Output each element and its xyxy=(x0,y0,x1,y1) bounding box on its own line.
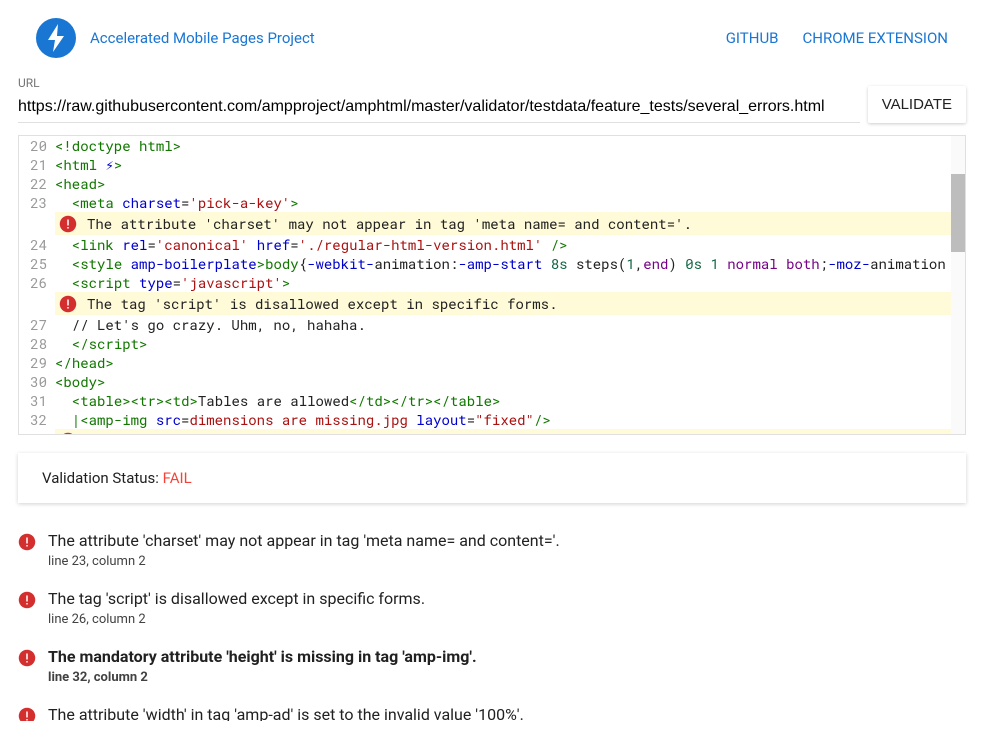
code-line[interactable]: <body> xyxy=(55,372,965,391)
line-number: 20 xyxy=(19,136,55,155)
error-message: The attribute 'width' in tag 'amp-ad' is… xyxy=(48,705,524,721)
code-line[interactable]: <head> xyxy=(55,174,965,193)
error-icon xyxy=(18,533,36,551)
header-title[interactable]: Accelerated Mobile Pages Project xyxy=(90,29,315,47)
app-header: Accelerated Mobile Pages Project GITHUB … xyxy=(0,0,984,76)
validate-button[interactable]: VALIDATE xyxy=(868,86,966,123)
code-line[interactable]: </script> xyxy=(55,334,965,353)
chrome-extension-link[interactable]: CHROME EXTENSION xyxy=(803,29,948,47)
line-number: 22 xyxy=(19,174,55,193)
line-number: 27 xyxy=(19,315,55,334)
url-section: URL VALIDATE xyxy=(0,76,984,135)
error-item[interactable]: The tag 'script' is disallowed except in… xyxy=(18,579,966,637)
line-number: 28 xyxy=(19,334,55,353)
error-icon xyxy=(18,707,36,721)
url-label: URL xyxy=(18,76,860,90)
code-line[interactable]: // Let's go crazy. Uhm, no, hahaha. xyxy=(55,315,965,334)
learn-more-link[interactable]: Learn more xyxy=(618,431,702,434)
error-item[interactable]: The attribute 'width' in tag 'amp-ad' is… xyxy=(18,695,966,721)
validation-status: Validation Status: FAIL xyxy=(18,453,966,503)
status-value: FAIL xyxy=(163,469,192,487)
line-number: 25 xyxy=(19,254,55,273)
inline-error[interactable]: The tag 'script' is disallowed except in… xyxy=(55,292,965,315)
code-line[interactable]: <meta charset='pick-a-key'> xyxy=(55,193,965,212)
code-line[interactable]: <html ⚡> xyxy=(55,155,965,174)
code-line[interactable]: <script type='javascript'> xyxy=(55,273,965,292)
line-number: 21 xyxy=(19,155,55,174)
error-message: The attribute 'charset' may not appear i… xyxy=(48,531,560,550)
line-number: 29 xyxy=(19,353,55,372)
url-input[interactable] xyxy=(18,92,860,123)
error-message: The mandatory attribute 'height' is miss… xyxy=(48,647,477,666)
code-line[interactable]: <table><tr><td>Tables are allowed</td></… xyxy=(55,391,965,410)
error-icon xyxy=(18,649,36,667)
error-item[interactable]: The attribute 'charset' may not appear i… xyxy=(18,521,966,579)
error-location: line 26, column 2 xyxy=(48,612,425,627)
line-number: 31 xyxy=(19,391,55,410)
code-editor[interactable]: 20<!doctype html> 21<html ⚡> 22<head> 23… xyxy=(18,135,966,435)
error-list[interactable]: The attribute 'charset' may not appear i… xyxy=(18,521,966,721)
amp-logo-icon xyxy=(36,18,76,58)
code-line[interactable]: <style amp-boilerplate>body{-webkit-anim… xyxy=(55,254,965,273)
error-location: line 23, column 2 xyxy=(48,554,560,569)
line-number: 23 xyxy=(19,193,55,212)
line-number: 26 xyxy=(19,273,55,292)
github-link[interactable]: GITHUB xyxy=(726,29,779,47)
error-location: line 32, column 2 xyxy=(48,670,477,685)
error-icon xyxy=(59,432,77,435)
scrollbar-vertical[interactable] xyxy=(951,136,965,434)
error-icon xyxy=(59,295,77,313)
inline-error[interactable]: The mandatory attribute 'height' is miss… xyxy=(55,429,965,434)
error-icon xyxy=(18,591,36,609)
line-number: 24 xyxy=(19,235,55,254)
error-item[interactable]: The mandatory attribute 'height' is miss… xyxy=(18,637,966,695)
code-line[interactable]: </head> xyxy=(55,353,965,372)
code-line[interactable]: <!doctype html> xyxy=(55,136,965,155)
code-line[interactable]: |<amp-img src=dimensions are missing.jpg… xyxy=(55,410,965,429)
error-message: The tag 'script' is disallowed except in… xyxy=(48,589,425,608)
error-icon xyxy=(59,215,77,233)
inline-error[interactable]: The attribute 'charset' may not appear i… xyxy=(55,212,965,235)
line-number: 30 xyxy=(19,372,55,391)
code-line[interactable]: <link rel='canonical' href='./regular-ht… xyxy=(55,235,965,254)
line-number: 32 xyxy=(19,410,55,429)
